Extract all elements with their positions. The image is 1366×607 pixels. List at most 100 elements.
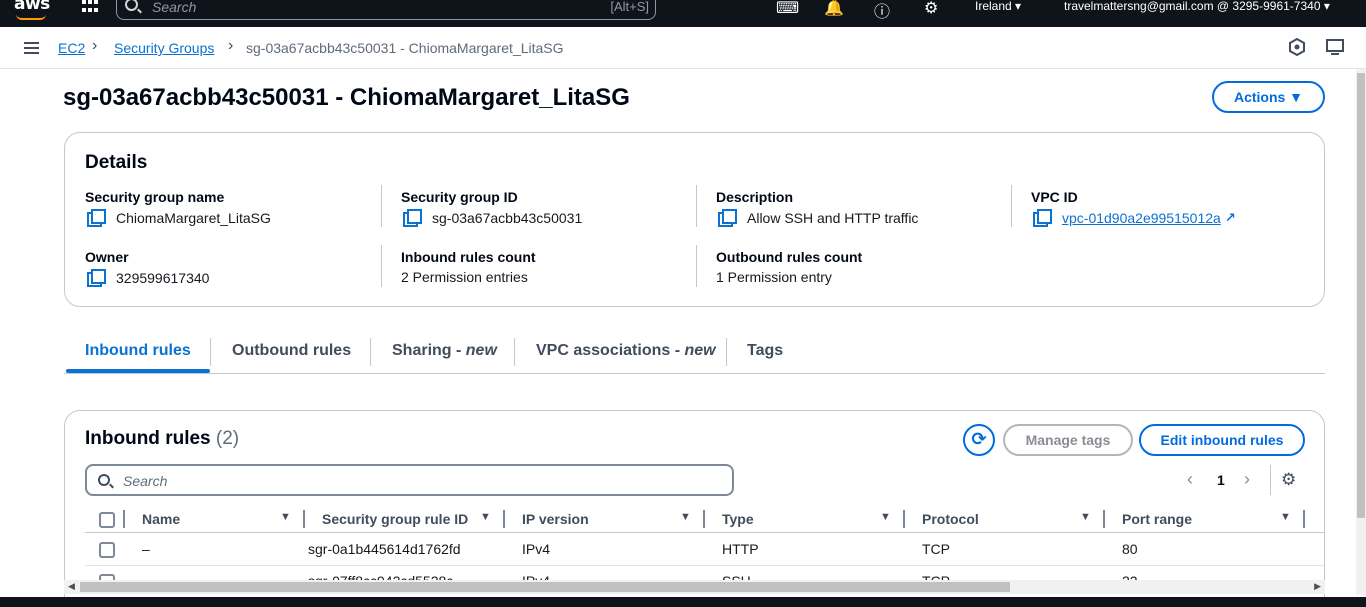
inbound-rules-panel: Inbound rules (2) ⟳ Manage tags Edit inb… [64,410,1325,607]
page-title: sg-03a67acbb43c50031 - ChiomaMargaret_Li… [63,84,630,111]
vertical-scrollbar[interactable] [1356,69,1366,595]
cell-name: – [142,541,150,557]
settings-icon[interactable]: ⚙ [924,0,938,18]
sort-icon[interactable]: ▼ [280,511,291,523]
sort-icon[interactable]: ▼ [880,511,891,523]
top-navigation: aws Search [Alt+S] ⌨ 🔔 ⓘ ⚙ Ireland ▾ tra… [0,0,1366,27]
region-selector[interactable]: Ireland ▾ [975,0,1021,13]
tab-vpc-associations[interactable]: VPC associations - new [536,342,716,360]
sort-icon[interactable]: ▼ [1080,511,1091,523]
breadcrumb-ec2[interactable]: EC2 [58,40,85,56]
tab-outbound-rules[interactable]: Outbound rules [232,342,351,360]
row-checkbox[interactable] [99,542,115,558]
manage-tags-button[interactable]: Manage tags [1003,424,1133,456]
aws-logo-smile [16,14,46,20]
tab-sharing[interactable]: Sharing - new [392,342,497,360]
edit-inbound-rules-button[interactable]: Edit inbound rules [1139,424,1305,456]
table-header: Name ▼ Security group rule ID ▼ IP versi… [85,507,1324,533]
field-inbound-rules-count: Inbound rules count 2 Permission entries [401,249,691,285]
refresh-button[interactable]: ⟳ [963,424,995,456]
details-panel: Details Security group name ChiomaMargar… [64,132,1325,307]
field-value: 1 Permission entry [716,269,832,285]
sort-icon[interactable]: ▼ [1280,511,1291,523]
tab-divider [726,338,727,366]
field-vpc-id: VPC ID vpc-01d90a2e99515012a ↗ [1031,189,1321,227]
divider [381,245,382,287]
column-header-name[interactable]: Name [142,511,180,527]
horizontal-scrollbar[interactable]: ◀ ▶ [64,580,1325,594]
details-heading: Details [85,152,148,173]
column-divider[interactable] [1303,510,1305,528]
actions-dropdown-button[interactable]: Actions ▼ [1212,81,1325,113]
divider [381,185,382,227]
column-header-type[interactable]: Type [722,511,754,527]
breadcrumb-security-groups[interactable]: Security Groups [114,40,214,56]
column-divider[interactable] [903,510,905,528]
chevron-right-icon[interactable]: › [1244,469,1250,490]
copy-icon[interactable] [87,269,106,287]
column-header-ip-version[interactable]: IP version [522,511,589,527]
copy-icon[interactable] [403,209,422,227]
cloudshell-icon[interactable]: ⌨ [776,0,799,18]
scroll-left-icon[interactable]: ◀ [68,581,75,592]
sort-icon[interactable]: ▼ [480,511,491,523]
field-label: Outbound rules count [716,249,863,265]
copy-icon[interactable] [718,209,737,227]
search-placeholder: Search [152,0,197,15]
field-security-group-id: Security group ID sg-03a67acbb43c50031 [401,189,691,227]
field-value: 2 Permission entries [401,269,528,285]
field-value: sg-03a67acbb43c50031 [432,209,583,226]
copy-icon[interactable] [87,209,106,227]
scrollbar-thumb[interactable] [80,582,1010,592]
scroll-right-icon[interactable]: ▶ [1314,581,1321,592]
column-divider[interactable] [1103,510,1105,528]
column-divider[interactable] [503,510,505,528]
field-label: Inbound rules count [401,249,536,265]
notifications-hex-icon[interactable] [1288,38,1306,56]
account-menu[interactable]: travelmattersng@gmail.com @ 3295-9961-73… [1064,0,1330,13]
column-header-port-range[interactable]: Port range [1122,511,1192,527]
column-divider [123,510,125,528]
global-search-input[interactable]: Search [Alt+S] [116,0,656,20]
gear-icon[interactable]: ⚙ [1281,470,1296,490]
field-value: 329599617340 [116,269,210,286]
bottom-bar [0,597,1366,607]
tab-divider [370,338,371,366]
external-link-icon[interactable]: ↗ [1225,210,1236,226]
chevron-right-icon: › [92,37,98,54]
field-value: Allow SSH and HTTP traffic [747,209,919,226]
sort-icon[interactable]: ▼ [680,511,691,523]
aws-logo[interactable]: aws [14,0,50,14]
table-row[interactable]: – sgr-0a1b445614d1762fd IPv4 HTTP TCP 80 [85,534,1324,566]
scrollbar-thumb[interactable] [1357,73,1365,518]
bell-icon[interactable]: 🔔 [824,0,844,18]
select-all-checkbox[interactable] [99,512,115,528]
menu-icon[interactable] [24,42,39,54]
column-divider[interactable] [303,510,305,528]
cell-protocol: TCP [922,541,950,557]
field-label: VPC ID [1031,189,1078,205]
inbound-rules-heading: Inbound rules (2) [85,428,240,449]
page-number[interactable]: 1 [1217,472,1225,488]
column-divider[interactable] [703,510,705,528]
column-header-protocol[interactable]: Protocol [922,511,979,527]
field-label: Security group name [85,189,225,205]
help-icon[interactable]: ⓘ [874,0,890,22]
field-value: ChiomaMargaret_LitaSG [116,209,271,226]
services-menu-icon[interactable] [82,0,98,14]
rules-search-input[interactable]: Search [85,464,734,496]
copy-icon[interactable] [1033,209,1052,227]
field-label: Security group ID [401,189,518,205]
tab-divider [514,338,515,366]
tab-tags[interactable]: Tags [747,342,783,360]
field-label: Description [716,189,794,205]
breadcrumb-bar: EC2 › Security Groups › sg-03a67acbb43c5… [0,27,1366,69]
cell-type: HTTP [722,541,759,557]
vpc-id-link[interactable]: vpc-01d90a2e99515012a [1062,210,1221,226]
search-placeholder: Search [123,473,168,489]
breadcrumb-current: sg-03a67acbb43c50031 - ChiomaMargaret_Li… [246,40,564,56]
tab-inbound-rules[interactable]: Inbound rules [85,342,191,360]
display-settings-icon[interactable] [1326,38,1344,56]
column-header-rule-id[interactable]: Security group rule ID [322,511,468,527]
chevron-left-icon[interactable]: ‹ [1187,469,1193,490]
